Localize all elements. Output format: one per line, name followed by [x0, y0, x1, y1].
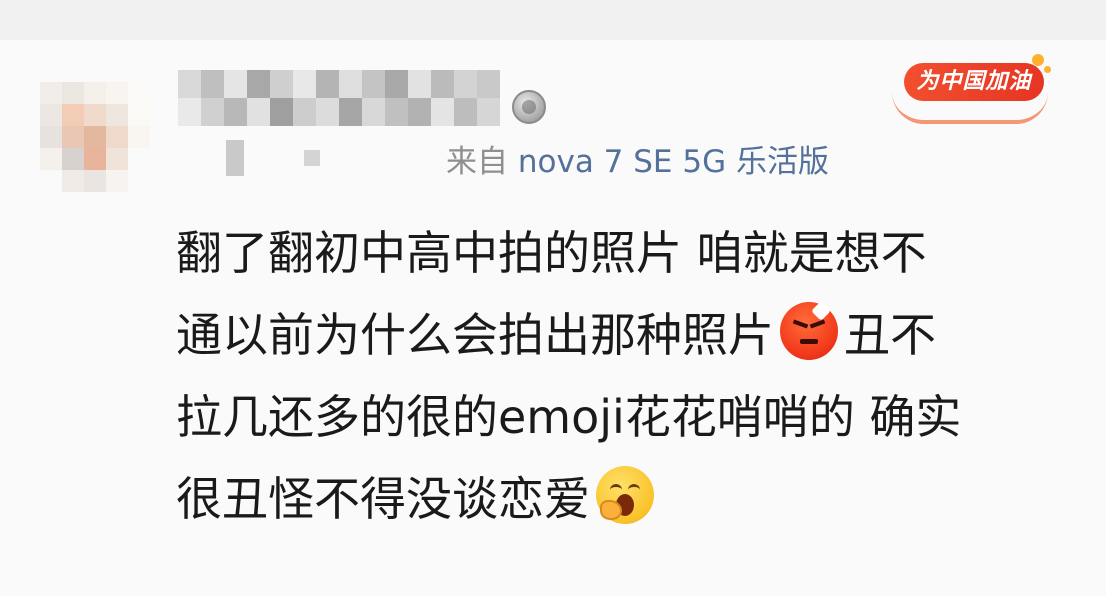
comment-body: 翻了翻初中高中拍的照片 咱就是想不 通以前为什么会拍出那种照片 丑不 拉几还多的很…	[176, 212, 1076, 540]
top-divider-strip	[0, 0, 1106, 40]
comment-text: 通以前为什么会拍出那种照片	[176, 308, 774, 362]
user-level-badge-icon	[512, 90, 546, 124]
angry-face-icon	[780, 301, 838, 360]
username-pixelated-tail	[226, 140, 346, 180]
avatar-pixelated[interactable]	[40, 82, 150, 192]
cheer-badge: 为中国加油	[892, 50, 1056, 124]
comment-line: 拉几还多的很的emoji花花哨哨的 确实	[176, 376, 1076, 458]
comment-line: 很丑怪不得没谈恋爱	[176, 458, 1076, 540]
comment-line: 翻了翻初中高中拍的照片 咱就是想不	[176, 212, 1076, 294]
username-pixelated[interactable]	[178, 70, 500, 126]
cheer-badge-label: 为中国加油	[916, 69, 1032, 94]
comment-text: 拉几还多的很的emoji花花哨哨的 确实	[176, 390, 962, 444]
cheer-badge-spark-icon	[1044, 66, 1051, 73]
yawning-face-icon	[596, 466, 654, 524]
device-source-name[interactable]: nova 7 SE 5G 乐活版	[518, 144, 829, 180]
device-source: 来自 nova 7 SE 5G 乐活版	[446, 142, 829, 182]
comment-text: 丑不	[844, 308, 936, 362]
comment-text: 很丑怪不得没谈恋爱	[176, 472, 590, 526]
device-source-prefix: 来自	[446, 144, 518, 180]
comment-text: 翻了翻初中高中拍的照片 咱就是想不	[176, 226, 927, 280]
comment-line: 通以前为什么会拍出那种照片 丑不	[176, 294, 1076, 376]
